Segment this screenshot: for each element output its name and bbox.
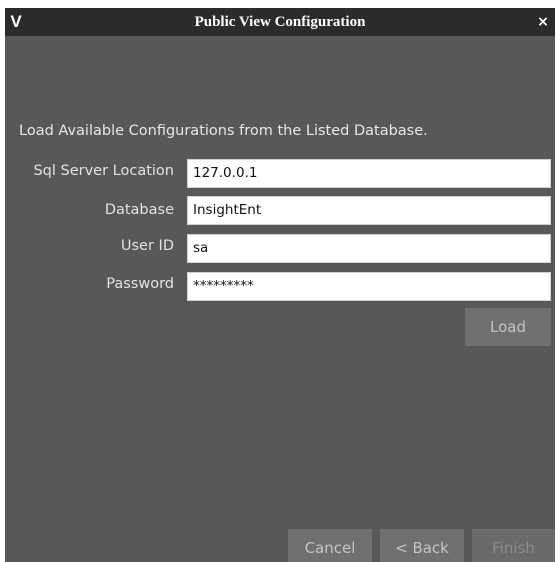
app-logo-icon: V: [10, 12, 22, 31]
window-title: Public View Configuration: [194, 14, 366, 30]
sql-server-location-field[interactable]: 127.0.0.1: [187, 159, 551, 188]
user-id-field[interactable]: sa: [187, 234, 551, 263]
dialog-window: Public View Configuration V × Load Avail…: [5, 8, 555, 562]
intro-text: Load Available Configurations from the L…: [19, 123, 428, 139]
password-label: Password: [106, 276, 174, 292]
finish-button[interactable]: Finish: [472, 529, 555, 562]
sql-server-location-label: Sql Server Location: [33, 163, 174, 179]
password-field[interactable]: *********: [187, 272, 551, 301]
database-field[interactable]: InsightEnt: [187, 196, 551, 225]
load-button[interactable]: Load: [465, 308, 551, 346]
back-button[interactable]: < Back: [380, 529, 464, 562]
cancel-button[interactable]: Cancel: [288, 529, 372, 562]
title-bar[interactable]: Public View Configuration V ×: [5, 8, 555, 36]
database-label: Database: [104, 202, 174, 218]
close-icon[interactable]: ×: [535, 12, 551, 32]
user-id-label: User ID: [120, 238, 174, 254]
